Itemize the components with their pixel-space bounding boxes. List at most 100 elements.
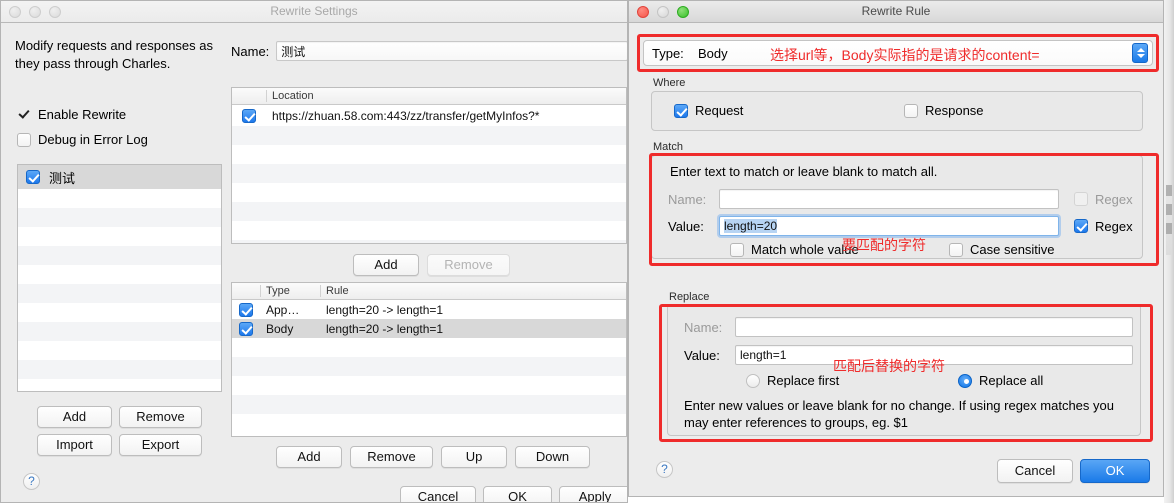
rule-cancel-button[interactable]: Cancel	[997, 459, 1073, 483]
match-value-input[interactable]: length=20	[719, 216, 1059, 236]
locations-table[interactable]: Location https://zhuan.58.com:443/zz/tra…	[231, 87, 627, 244]
table-row[interactable]	[232, 414, 626, 433]
sets-export-button[interactable]: Export	[119, 434, 202, 456]
settings-description: Modify requests and responses as they pa…	[15, 37, 223, 73]
rewrite-set-checkbox[interactable]	[26, 170, 40, 184]
rule-row-checkbox[interactable]	[239, 321, 253, 336]
settings-body: Modify requests and responses as they pa…	[1, 23, 627, 502]
match-group-label: Match	[653, 141, 683, 153]
table-row[interactable]: App… length=20 -> length=1	[232, 300, 626, 319]
chevron-updown-icon[interactable]	[1132, 43, 1148, 63]
table-row[interactable]	[232, 338, 626, 357]
match-whole-value-row[interactable]: Match whole value	[730, 242, 859, 257]
set-name-row[interactable]: Name: 测试	[231, 41, 627, 61]
request-checkbox[interactable]	[674, 103, 688, 118]
list-item[interactable]	[18, 322, 221, 341]
enable-rewrite-checkbox-row[interactable]: Enable Rewrite	[17, 107, 126, 122]
rules-table-header: Type Rule	[232, 283, 626, 300]
list-item[interactable]	[18, 189, 221, 208]
table-row[interactable]	[232, 221, 626, 240]
list-item[interactable]	[18, 303, 221, 322]
rule-row-checkbox[interactable]	[239, 302, 253, 317]
rule-row-rule: length=20 -> length=1	[326, 321, 444, 336]
replace-all-radio[interactable]	[958, 373, 972, 388]
list-item[interactable]: 测试	[18, 165, 221, 189]
settings-apply-button[interactable]: Apply	[559, 486, 627, 502]
replace-name-row[interactable]: Name:	[684, 317, 1133, 337]
where-request-row[interactable]: Request	[674, 103, 743, 118]
locations-remove-wrap: Remove	[427, 254, 510, 276]
replace-first-radio-row[interactable]: Replace first	[746, 373, 839, 388]
list-item[interactable]	[18, 208, 221, 227]
rules-down-button[interactable]: Down	[515, 446, 590, 468]
locations-remove-button[interactable]: Remove	[427, 254, 510, 276]
list-item[interactable]	[18, 265, 221, 284]
sets-import-button[interactable]: Import	[37, 434, 112, 456]
desktop-backdrop	[1164, 0, 1174, 503]
table-row[interactable]	[232, 395, 626, 414]
rules-remove-button[interactable]: Remove	[350, 446, 433, 468]
debug-error-log-checkbox[interactable]	[17, 132, 31, 147]
sets-remove-button[interactable]: Remove	[119, 406, 202, 428]
settings-ok-button[interactable]: OK	[483, 486, 552, 502]
replace-all-radio-row[interactable]: Replace all	[958, 373, 1043, 388]
settings-help-button[interactable]: ?	[23, 473, 40, 490]
where-response-row[interactable]: Response	[904, 103, 984, 118]
rewrite-rule-window[interactable]: Rewrite Rule Type: Body 选择url等，Body实际指的是…	[628, 0, 1164, 497]
table-row[interactable]	[232, 126, 626, 145]
table-row[interactable]	[232, 240, 626, 243]
table-row[interactable]	[232, 183, 626, 202]
table-row[interactable]	[232, 376, 626, 395]
rule-help-button[interactable]: ?	[656, 461, 673, 478]
match-value-regex-checkbox[interactable]	[1074, 219, 1088, 233]
list-item[interactable]	[18, 246, 221, 265]
rule-ok-button[interactable]: OK	[1080, 459, 1150, 483]
case-sensitive-row[interactable]: Case sensitive	[949, 242, 1055, 257]
locations-add-button[interactable]: Add	[353, 254, 419, 276]
match-value-row[interactable]: Value: length=20 Regex	[668, 216, 1133, 236]
match-whole-value-checkbox[interactable]	[730, 242, 744, 257]
rule-row-type: Body	[266, 321, 294, 336]
list-item[interactable]	[18, 360, 221, 379]
settings-titlebar[interactable]: Rewrite Settings	[1, 1, 627, 23]
table-row[interactable]	[232, 145, 626, 164]
background-content-sliver	[1166, 185, 1172, 255]
where-group: Request Response	[651, 91, 1143, 131]
rules-up-button[interactable]: Up	[441, 446, 507, 468]
list-item[interactable]	[18, 341, 221, 360]
rule-titlebar[interactable]: Rewrite Rule	[629, 1, 1163, 23]
rewrite-sets-list[interactable]: 测试	[17, 164, 222, 392]
response-checkbox[interactable]	[904, 103, 918, 118]
list-item[interactable]	[18, 227, 221, 246]
debug-error-log-checkbox-row[interactable]: Debug in Error Log	[17, 132, 148, 147]
table-row[interactable]: Body length=20 -> length=1	[232, 319, 626, 338]
sets-remove-button-wrap: Remove	[119, 406, 202, 428]
table-row[interactable]: https://zhuan.58.com:443/zz/transfer/get…	[232, 105, 626, 126]
rewrite-settings-window[interactable]: Rewrite Settings Modify requests and res…	[0, 0, 628, 503]
sets-add-button[interactable]: Add	[37, 406, 112, 428]
match-name-input[interactable]	[719, 189, 1059, 209]
match-name-row[interactable]: Name: Regex	[668, 189, 1133, 209]
settings-window-title: Rewrite Settings	[270, 4, 358, 18]
rules-add-button[interactable]: Add	[276, 446, 342, 468]
list-item[interactable]	[18, 284, 221, 303]
rule-row-rule: length=20 -> length=1	[326, 302, 444, 317]
rewrite-set-label: 测试	[49, 170, 76, 186]
replace-group-label: Replace	[669, 291, 710, 303]
table-row[interactable]	[232, 164, 626, 183]
case-sensitive-checkbox[interactable]	[949, 242, 963, 257]
case-sensitive-label: Case sensitive	[970, 242, 1055, 257]
table-row[interactable]	[232, 357, 626, 376]
replace-hint: Enter new values or leave blank for no c…	[684, 398, 1114, 430]
rules-table[interactable]: Type Rule App… length=20 -> length=1 Bod…	[231, 282, 627, 437]
set-name-input[interactable]: 测试	[276, 41, 627, 61]
request-label: Request	[695, 103, 744, 118]
replace-first-radio[interactable]	[746, 373, 760, 388]
location-row-checkbox[interactable]	[242, 108, 256, 123]
table-row[interactable]	[232, 202, 626, 221]
location-row-value: https://zhuan.58.com:443/zz/transfer/get…	[272, 108, 540, 123]
enable-rewrite-checkbox[interactable]	[17, 108, 31, 122]
replace-name-input[interactable]	[735, 317, 1133, 337]
settings-cancel-button[interactable]: Cancel	[400, 486, 476, 502]
settings-description-text: Modify requests and responses as they pa…	[15, 38, 213, 71]
